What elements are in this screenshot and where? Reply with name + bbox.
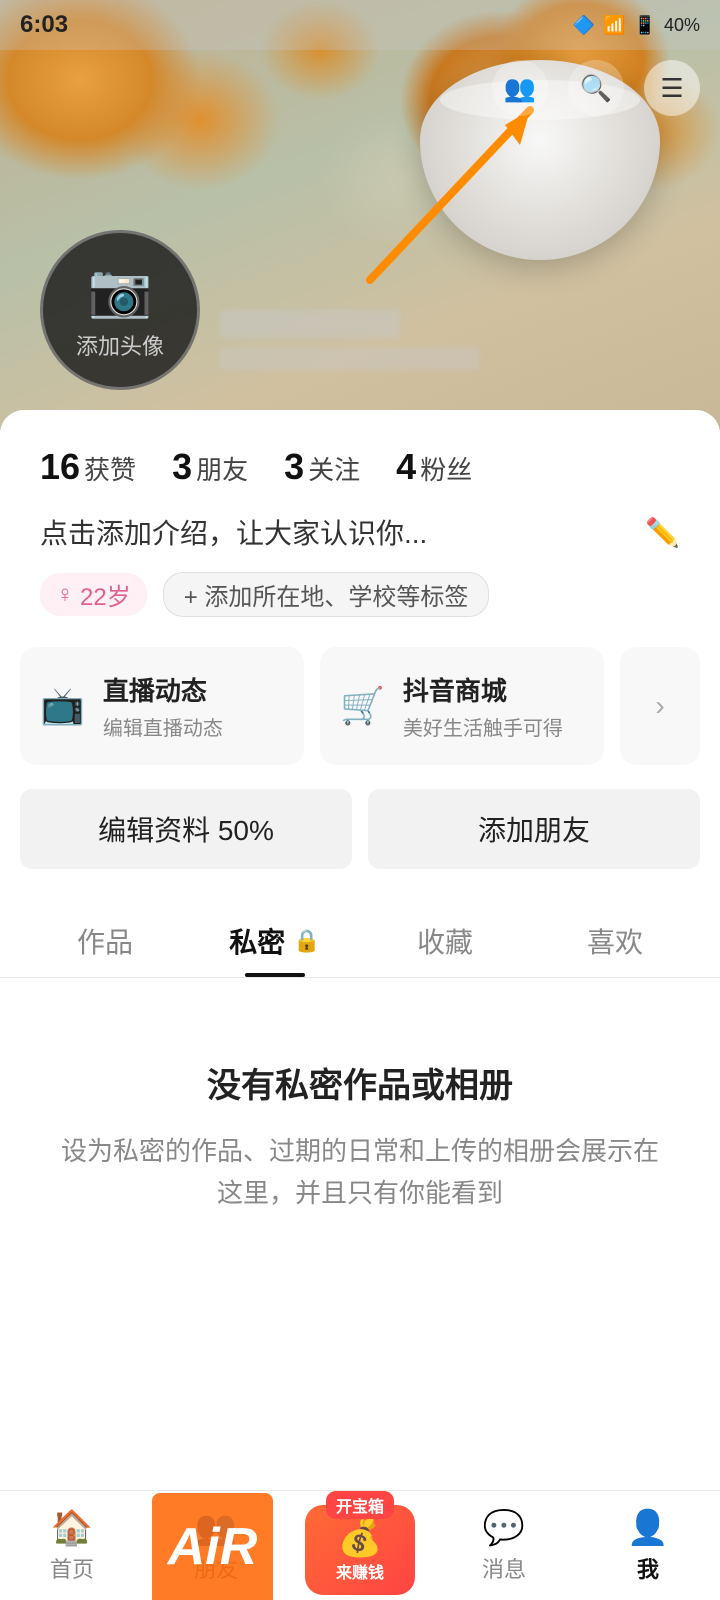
earn-label: 来赚钱 <box>336 1559 384 1583</box>
action-row: 编辑资料 50% 添加朋友 <box>0 789 720 905</box>
profile-banner: 👥 🔍 ☰ 📷 添加头像 <box>0 0 720 430</box>
air-text: AiR <box>168 1517 258 1577</box>
main-card: 16 获赞 3 朋友 3 关注 4 粉丝 点击添加介绍，让大家认识你... ✏️… <box>0 410 720 1510</box>
following-count: 3 <box>284 446 304 488</box>
empty-title: 没有私密作品或相册 <box>207 1058 513 1107</box>
nav-messages[interactable]: 💬 消息 <box>432 1491 576 1600</box>
add-friend-button[interactable]: 添加朋友 <box>368 789 700 869</box>
followers-count: 4 <box>396 446 416 488</box>
home-icon: 🏠 <box>51 1508 93 1548</box>
nav-earn[interactable]: 开宝箱 💰 来赚钱 <box>288 1505 432 1587</box>
header-icons: 👥 🔍 ☰ <box>492 60 700 116</box>
add-tag-button[interactable]: + 添加所在地、学校等标签 <box>163 572 490 617</box>
age-label: 22岁 <box>80 577 131 612</box>
tab-favorites-label: 收藏 <box>417 921 473 961</box>
live-icon: 📺 <box>40 685 85 727</box>
shop-title: 抖音商城 <box>403 671 563 708</box>
tab-works-label: 作品 <box>77 921 133 961</box>
tags-row: ♀ 22岁 + 添加所在地、学校等标签 <box>0 572 720 647</box>
people-button[interactable]: 👥 <box>492 60 548 116</box>
user-id-blur <box>220 348 480 370</box>
bottom-nav: 🏠 首页 👥 朋友 开宝箱 💰 来赚钱 💬 消息 👤 我 <box>0 1490 720 1600</box>
battery-percent: 40% <box>664 15 700 36</box>
open-chest-badge: 开宝箱 <box>326 1491 394 1519</box>
shop-icon: 🛒 <box>340 685 385 727</box>
stat-likes: 16 获赞 <box>40 446 136 488</box>
empty-description: 设为私密的作品、过期的日常和上传的相册会展示在这里，并且只有你能看到 <box>60 1131 660 1214</box>
tab-private[interactable]: 私密 🔒 <box>190 905 360 977</box>
status-icons: 🔷 📶 📱 40% <box>573 15 700 36</box>
following-label: 关注 <box>308 450 360 487</box>
battery-indicator: 40% <box>664 15 700 36</box>
friends-label: 朋友 <box>196 450 248 487</box>
bio-text: 点击添加介绍，让大家认识你... <box>40 512 633 552</box>
live-feed-text: 直播动态 编辑直播动态 <box>103 671 223 741</box>
live-feed-subtitle: 编辑直播动态 <box>103 712 223 741</box>
earn-button[interactable]: 开宝箱 💰 来赚钱 <box>305 1505 415 1595</box>
tab-works[interactable]: 作品 <box>20 905 190 977</box>
stats-row: 16 获赞 3 朋友 3 关注 4 粉丝 <box>0 410 720 512</box>
tab-likes[interactable]: 喜欢 <box>530 905 700 977</box>
search-icon: 🔍 <box>580 73 612 104</box>
wifi-icon: 📶 <box>603 15 625 36</box>
profile-icon: 👤 <box>627 1508 669 1548</box>
bio-row[interactable]: 点击添加介绍，让大家认识你... ✏️ <box>0 512 720 572</box>
more-features-card[interactable]: › <box>620 647 700 765</box>
bluetooth-icon: 🔷 <box>573 15 595 36</box>
shop-card[interactable]: 🛒 抖音商城 美好生活触手可得 <box>320 647 604 765</box>
gender-tag: ♀ 22岁 <box>40 573 147 616</box>
gender-icon: ♀ <box>56 581 74 609</box>
lock-icon: 🔒 <box>293 928 320 954</box>
air-watermark: AiR <box>152 1493 273 1600</box>
nav-profile[interactable]: 👤 我 <box>576 1491 720 1600</box>
tab-private-label: 私密 <box>229 921 285 961</box>
camera-icon: 📷 <box>88 260 153 321</box>
status-time: 6:03 <box>20 11 68 39</box>
bio-edit-icon[interactable]: ✏️ <box>645 516 680 549</box>
avatar-container: 📷 添加头像 <box>40 230 200 390</box>
shop-text: 抖音商城 美好生活触手可得 <box>403 671 563 741</box>
status-bar: 6:03 🔷 📶 📱 40% <box>0 0 720 50</box>
menu-icon: ☰ <box>660 73 683 104</box>
tabs-row: 作品 私密 🔒 收藏 喜欢 <box>0 905 720 978</box>
messages-icon: 💬 <box>483 1508 525 1548</box>
stat-followers[interactable]: 4 粉丝 <box>396 446 472 488</box>
nav-messages-label: 消息 <box>482 1552 526 1584</box>
stat-following[interactable]: 3 关注 <box>284 446 360 488</box>
followers-label: 粉丝 <box>420 450 472 487</box>
likes-count: 16 <box>40 446 80 488</box>
chevron-right-icon: › <box>655 690 664 722</box>
money-bag-icon: 💰 <box>338 1517 383 1559</box>
nav-profile-label: 我 <box>637 1552 659 1584</box>
empty-state: 没有私密作品或相册 设为私密的作品、过期的日常和上传的相册会展示在这里，并且只有… <box>0 978 720 1274</box>
people-icon: 👥 <box>504 73 536 104</box>
add-tag-label: + 添加所在地、学校等标签 <box>184 577 469 612</box>
signal-icon: 📱 <box>634 15 656 36</box>
avatar-label: 添加头像 <box>76 329 164 361</box>
stat-friends[interactable]: 3 朋友 <box>172 446 248 488</box>
live-feed-title: 直播动态 <box>103 671 223 708</box>
nav-home[interactable]: 🏠 首页 <box>0 1491 144 1600</box>
nav-home-label: 首页 <box>50 1552 94 1584</box>
friends-count: 3 <box>172 446 192 488</box>
search-button[interactable]: 🔍 <box>568 60 624 116</box>
feature-row: 📺 直播动态 编辑直播动态 🛒 抖音商城 美好生活触手可得 › <box>0 647 720 789</box>
likes-label: 获赞 <box>84 450 136 487</box>
live-feed-card[interactable]: 📺 直播动态 编辑直播动态 <box>20 647 304 765</box>
menu-button[interactable]: ☰ <box>644 60 700 116</box>
tab-favorites[interactable]: 收藏 <box>360 905 530 977</box>
edit-profile-button[interactable]: 编辑资料 50% <box>20 789 352 869</box>
avatar-button[interactable]: 📷 添加头像 <box>40 230 200 390</box>
tab-likes-label: 喜欢 <box>587 921 643 961</box>
shop-subtitle: 美好生活触手可得 <box>403 712 563 741</box>
